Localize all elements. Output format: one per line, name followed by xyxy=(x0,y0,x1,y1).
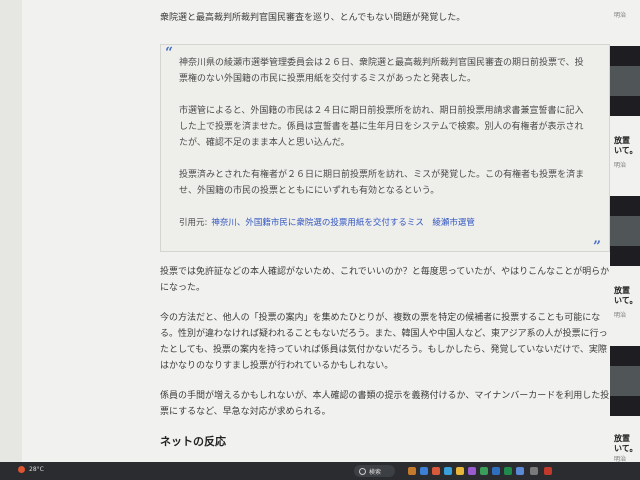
sidebar-thumb-4[interactable] xyxy=(610,346,640,416)
sidebar-item-4-title[interactable]: 放置 xyxy=(614,434,630,444)
section-heading: ネットの反応 xyxy=(160,435,226,448)
chrome-icon[interactable] xyxy=(456,467,464,475)
citation: 引用元: 神奈川、外国籍市民に衆院選の投票用紙を交付するミス 綾瀬市選管 xyxy=(179,215,591,231)
app-icon-5[interactable] xyxy=(544,467,552,475)
weather-sun-icon xyxy=(18,466,25,473)
weather-widget[interactable]: 28°C xyxy=(18,466,44,473)
app-icon-1[interactable] xyxy=(468,467,476,475)
left-margin xyxy=(0,0,22,462)
citation-link[interactable]: 神奈川、外国籍市民に衆院選の投票用紙を交付するミス 綾瀬市選管 xyxy=(211,218,475,228)
open-quote-icon: “ xyxy=(165,45,174,61)
weather-temp: 28°C xyxy=(29,466,44,473)
sidebar-item-2-sub: 明治 xyxy=(614,162,627,169)
article-body: 衆院選と最高裁判所裁判官国民審査を巡り、とんでもない問題が発覚した。 “ 神奈川… xyxy=(160,10,610,450)
close-quote-icon: ” xyxy=(592,239,601,255)
word-icon[interactable] xyxy=(492,467,500,475)
sidebar-thumb-3[interactable] xyxy=(610,196,640,266)
related-sidebar: 明治 放置 いて。 明治 放置 いて。 明治 放置 いて。 明治 xyxy=(606,0,640,462)
sidebar-thumb-2[interactable] xyxy=(610,46,640,116)
mail-icon[interactable] xyxy=(444,467,452,475)
quote-paragraph-2: 市選管によると、外国籍の市民は２４日に期日前投票所を訪れ、期日前投票用請求書兼宣… xyxy=(179,106,584,148)
article-paragraph-3: 係員の手間が増えるかもしれないが、本人確認の書類の提示を義務付けるか、マイナンバ… xyxy=(160,391,610,417)
taskbar: 28°C 検索 xyxy=(0,462,640,480)
sidebar-item-2-title[interactable]: 放置 xyxy=(614,136,630,146)
edge-icon[interactable] xyxy=(420,467,428,475)
sidebar-item-4-title2[interactable]: いて。 xyxy=(614,444,638,454)
app-icon-3[interactable] xyxy=(516,467,524,475)
taskbar-search[interactable]: 検索 xyxy=(354,465,395,477)
app-icon-4[interactable] xyxy=(530,467,538,475)
office-icon[interactable] xyxy=(432,467,440,475)
article-lead: 衆院選と最高裁判所裁判官国民審査を巡り、とんでもない問題が発覚した。 xyxy=(160,13,466,23)
sidebar-item-2-title2[interactable]: いて。 xyxy=(614,146,638,156)
file-explorer-icon[interactable] xyxy=(408,467,416,475)
quote-paragraph-3: 投票済みとされた有権者が２６日に期日前投票所を訪れ、ミスが発覚した。この有権者も… xyxy=(179,170,585,196)
sidebar-item-3-title[interactable]: 放置 xyxy=(614,286,630,296)
citation-label: 引用元: xyxy=(179,218,208,228)
browser-viewport: 衆院選と最高裁判所裁判官国民審査を巡り、とんでもない問題が発覚した。 “ 神奈川… xyxy=(0,0,640,462)
excel-icon[interactable] xyxy=(504,467,512,475)
blockquote: “ 神奈川県の綾瀬市選挙管理委員会は２６日、衆院選と最高裁判所裁判官国民審査の期… xyxy=(160,44,610,255)
app-icon-2[interactable] xyxy=(480,467,488,475)
search-icon xyxy=(359,467,366,475)
sidebar-item-4-sub: 明治 xyxy=(614,456,627,462)
search-label: 検索 xyxy=(369,468,382,476)
quote-paragraph-1: 神奈川県の綾瀬市選挙管理委員会は２６日、衆院選と最高裁判所裁判官国民審査の期日前… xyxy=(179,58,584,84)
sidebar-item-3-sub: 明治 xyxy=(614,312,627,319)
sidebar-item-3-title2[interactable]: いて。 xyxy=(614,296,638,306)
article-paragraph-1: 投票では免許証などの本人確認がないため、これでいいのか？と毎度思っていたが、やは… xyxy=(160,267,610,293)
sidebar-item-1-sub: 明治 xyxy=(614,12,627,19)
article-paragraph-2: 今の方法だと、他人の「投票の案内」を集めたひとりが、複数の票を特定の候補者に投票… xyxy=(160,313,608,371)
